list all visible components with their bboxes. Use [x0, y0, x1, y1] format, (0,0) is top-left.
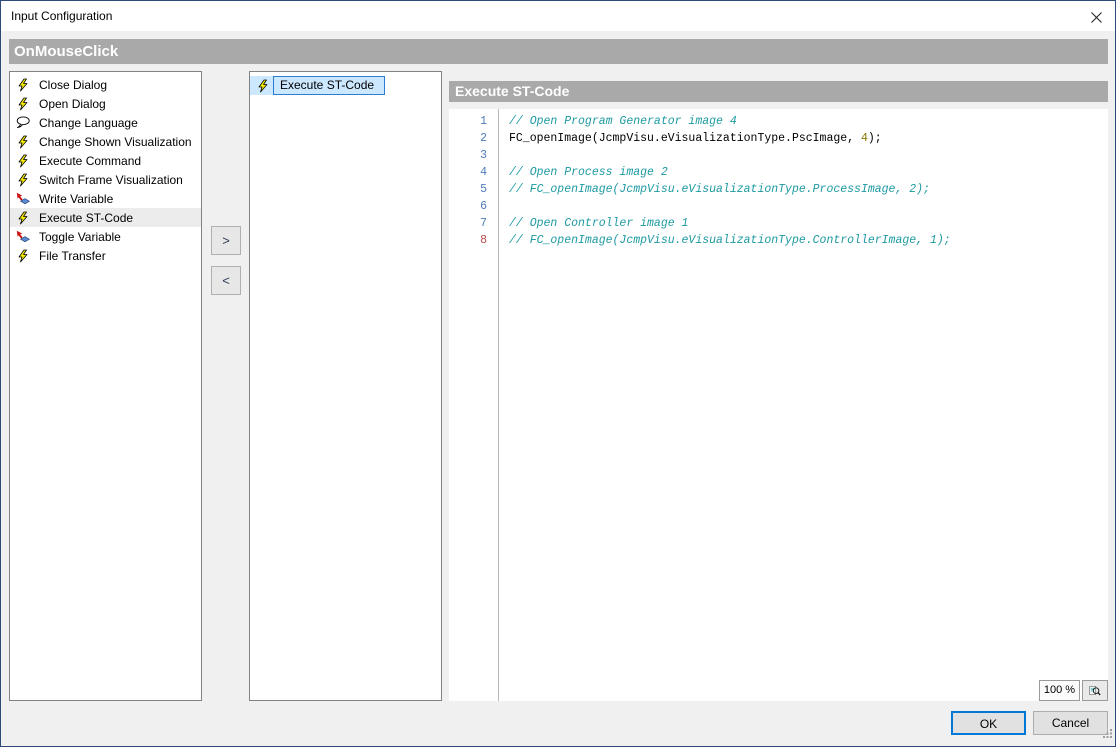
code-line: 7 // Open Controller image 1 — [449, 215, 1108, 232]
close-button[interactable] — [1086, 7, 1106, 27]
list-item-toggle-variable[interactable]: Toggle Variable — [10, 227, 201, 246]
list-item-label: Toggle Variable — [39, 230, 121, 244]
assigned-actions-list: Execute ST-Code — [249, 71, 442, 701]
lightning-icon — [256, 79, 270, 93]
code-line: 1 // Open Program Generator image 4 — [449, 113, 1108, 130]
list-item-label: File Transfer — [39, 249, 106, 263]
editor-header-label: Execute ST-Code — [455, 83, 569, 99]
code-line: 2 FC_openImage(JcmpVisu.eVisualizationTy… — [449, 130, 1108, 147]
code-comment: // Open Controller image 1 — [487, 215, 688, 232]
list-item-switch-frame-visualization[interactable]: Switch Frame Visualization — [10, 170, 201, 189]
window-title: Input Configuration — [11, 9, 112, 23]
lightning-icon — [16, 97, 30, 111]
zoom-button[interactable] — [1082, 680, 1108, 701]
write-variable-icon — [16, 230, 30, 244]
input-configuration-dialog: Input Configuration OnMouseClick Close D… — [0, 0, 1116, 747]
list-item-label: Open Dialog — [39, 97, 106, 111]
list-item-change-language[interactable]: Change Language — [10, 113, 201, 132]
add-action-button[interactable]: > — [211, 226, 241, 255]
assigned-item-execute-st-code[interactable]: Execute ST-Code — [250, 76, 385, 95]
code-line: 5 // FC_openImage(JcmpVisu.eVisualizatio… — [449, 181, 1108, 198]
cancel-button[interactable]: Cancel — [1033, 711, 1108, 735]
event-header-label: OnMouseClick — [14, 43, 118, 60]
assigned-item-label[interactable]: Execute ST-Code — [273, 76, 385, 95]
lightning-icon — [16, 249, 30, 263]
close-icon — [1090, 11, 1103, 24]
title-bar[interactable]: Input Configuration — [1, 1, 1115, 31]
event-header: OnMouseClick — [9, 39, 1108, 64]
list-item-label: Execute Command — [39, 154, 141, 168]
code-line: 8 // FC_openImage(JcmpVisu.eVisualizatio… — [449, 232, 1108, 249]
zoom-magnifier-icon — [1089, 683, 1101, 699]
line-number: 1 — [449, 113, 487, 130]
list-item-close-dialog[interactable]: Close Dialog — [10, 75, 201, 94]
line-number: 6 — [449, 198, 487, 215]
st-code-editor[interactable]: 1 // Open Program Generator image 4 2 FC… — [449, 109, 1108, 701]
line-number: 5 — [449, 181, 487, 198]
gutter-separator — [498, 109, 499, 701]
resize-grip[interactable] — [1102, 725, 1112, 743]
line-number: 4 — [449, 164, 487, 181]
list-item-label: Switch Frame Visualization — [39, 173, 183, 187]
code-comment: // Open Program Generator image 4 — [487, 113, 737, 130]
remove-action-button[interactable]: < — [211, 266, 241, 295]
code-line: 3 — [449, 147, 1108, 164]
line-number-current: 8 — [449, 232, 487, 249]
code-comment: // Open Process image 2 — [487, 164, 668, 181]
list-item-file-transfer[interactable]: File Transfer — [10, 246, 201, 265]
available-actions-list: Close Dialog Open Dialog Change Language… — [9, 71, 202, 701]
lightning-icon — [16, 135, 30, 149]
zoom-level-field[interactable]: 100 % — [1039, 680, 1080, 701]
lightning-icon — [16, 211, 30, 225]
list-item-label: Close Dialog — [39, 78, 107, 92]
code-comment: // FC_openImage(JcmpVisu.eVisualizationT… — [487, 181, 930, 198]
lightning-icon — [16, 78, 30, 92]
list-item-write-variable[interactable]: Write Variable — [10, 189, 201, 208]
code-statement: FC_openImage(JcmpVisu.eVisualizationType… — [487, 130, 882, 147]
lightning-icon — [16, 173, 30, 187]
lightning-icon — [16, 154, 30, 168]
list-item-open-dialog[interactable]: Open Dialog — [10, 94, 201, 113]
list-item-execute-command[interactable]: Execute Command — [10, 151, 201, 170]
ok-button[interactable]: OK — [951, 711, 1026, 735]
list-item-label: Change Shown Visualization — [39, 135, 192, 149]
number-literal: 4 — [861, 132, 868, 145]
line-number: 7 — [449, 215, 487, 232]
list-item-change-shown-visualization[interactable]: Change Shown Visualization — [10, 132, 201, 151]
line-number: 3 — [449, 147, 487, 164]
list-item-label: Change Language — [39, 116, 138, 130]
line-number: 2 — [449, 130, 487, 147]
editor-header: Execute ST-Code — [449, 81, 1108, 102]
speech-bubble-icon — [16, 116, 30, 130]
write-variable-icon — [16, 192, 30, 206]
code-line: 4 // Open Process image 2 — [449, 164, 1108, 181]
code-comment: // FC_openImage(JcmpVisu.eVisualizationT… — [487, 232, 951, 249]
code-line: 6 — [449, 198, 1108, 215]
list-item-execute-st-code[interactable]: Execute ST-Code — [10, 208, 201, 227]
list-item-label: Execute ST-Code — [39, 211, 133, 225]
list-item-label: Write Variable — [39, 192, 113, 206]
